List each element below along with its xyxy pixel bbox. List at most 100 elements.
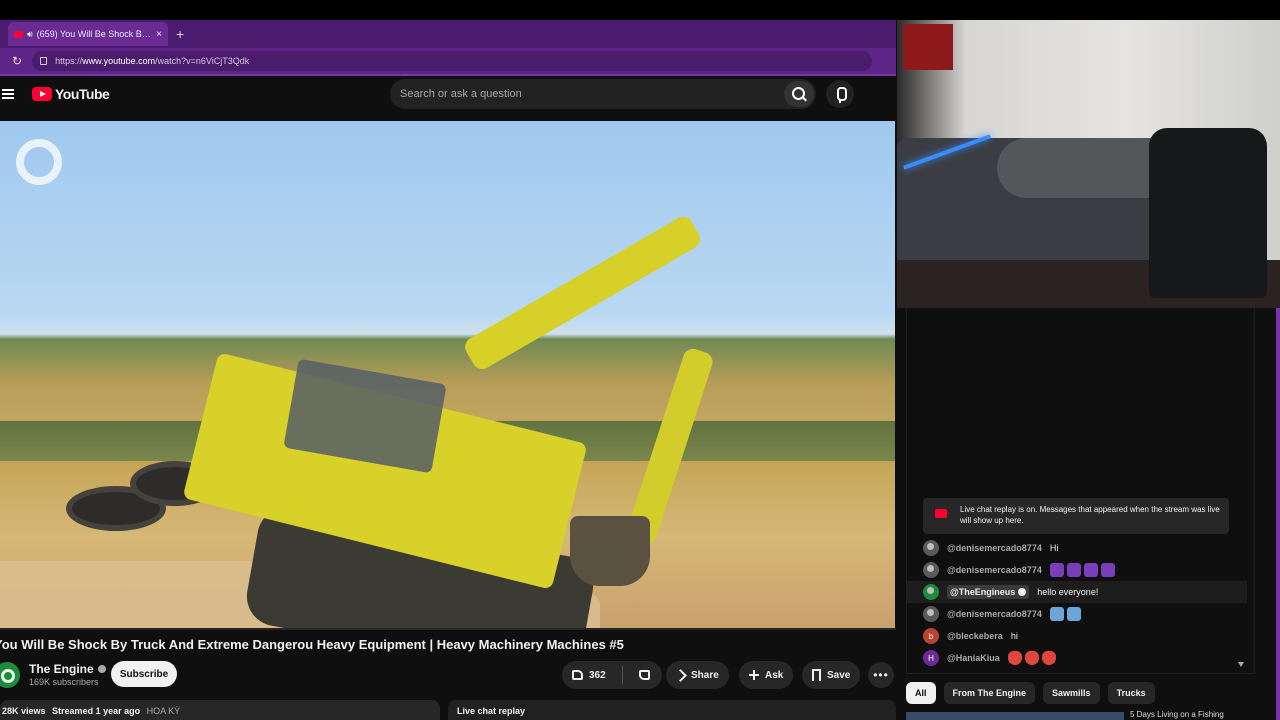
chat-scrollbar[interactable] — [1276, 308, 1280, 720]
subscribe-button[interactable]: Subscribe — [111, 661, 177, 687]
emoji-icon — [1041, 651, 1056, 665]
share-icon — [674, 668, 687, 682]
like-divider — [621, 666, 623, 684]
live-chat-replay-header[interactable]: Live chat replay — [448, 700, 896, 720]
chat-author[interactable]: @HaniaKiua — [947, 653, 1000, 663]
lock-icon — [40, 57, 48, 65]
ask-label: Ask — [765, 669, 784, 681]
chat-author[interactable]: @denisemercado8774 — [947, 543, 1042, 553]
share-label: Share — [691, 669, 719, 681]
webcam-chair — [1149, 128, 1267, 298]
webcam-overlay — [897, 20, 1280, 308]
youtube-favicon-icon — [14, 30, 23, 38]
channel-name[interactable]: The Engine — [29, 662, 106, 676]
microphone-icon[interactable] — [826, 80, 854, 108]
like-count: 362 — [589, 669, 606, 681]
share-button[interactable]: Share — [666, 661, 729, 689]
chat-emoji-group — [1049, 563, 1118, 577]
chat-avatar[interactable] — [923, 540, 939, 556]
emoji-icon — [1066, 563, 1081, 577]
thumbs-down-icon — [638, 670, 650, 680]
top-black-strip — [0, 0, 1280, 20]
chat-replay-notice-text: Live chat replay is on. Messages that ap… — [960, 505, 1220, 525]
reload-icon[interactable]: ↻ — [12, 54, 22, 68]
description-box[interactable]: 28K views Streamed 1 year ago HOA KỲ — [0, 700, 440, 720]
youtube-logo[interactable]: YouTube — [32, 86, 110, 102]
chat-emoji-group — [1049, 607, 1084, 621]
save-button[interactable]: Save — [802, 661, 861, 689]
emoji-icon — [1083, 563, 1098, 577]
recommendation-title[interactable]: 5 Days Living on a Fishing — [1130, 710, 1224, 719]
filter-chip[interactable]: From The Engine — [943, 682, 1036, 704]
youtube-notice-icon — [935, 509, 947, 518]
emoji-icon — [1066, 607, 1081, 621]
chat-avatar[interactable] — [923, 606, 939, 622]
stream-date: Streamed 1 year ago — [52, 706, 141, 716]
chat-message[interactable]: @denisemercado8774 Hi — [907, 537, 1247, 559]
location: HOA KỲ — [146, 706, 181, 716]
address-bar-row: ↻ https://www.youtube.com/watch?v=n6ViCj… — [0, 48, 896, 74]
recommendation-thumbnail[interactable] — [906, 712, 1124, 720]
chat-message[interactable]: @denisemercado8774 — [907, 559, 1247, 581]
verified-icon — [97, 665, 106, 673]
view-count: 28K views — [2, 706, 46, 716]
ask-button[interactable]: Ask — [739, 661, 794, 689]
chat-text: Hi — [1049, 543, 1059, 553]
new-tab-button[interactable]: + — [176, 26, 184, 42]
chat-avatar[interactable]: H — [923, 650, 939, 666]
filter-chip[interactable]: Trucks — [1107, 682, 1155, 704]
save-label: Save — [827, 669, 851, 681]
chat-message[interactable]: @TheEngineus hello everyone! — [907, 581, 1247, 603]
chat-scroll-down-icon[interactable] — [1238, 662, 1244, 667]
dislike-button[interactable] — [629, 661, 660, 689]
chat-author[interactable]: @TheEngineus — [947, 585, 1030, 599]
chat-text: hello everyone! — [1037, 587, 1099, 597]
chat-message[interactable]: @denisemercado8774 — [907, 603, 1247, 625]
chat-message[interactable]: H @HaniaKiua — [907, 647, 1247, 669]
browser-tab[interactable]: 🔊︎ (659) You Will Be Shock By Tr × — [8, 22, 168, 46]
sparkle-icon — [749, 670, 759, 680]
search-placeholder: Search or ask a question — [400, 88, 522, 100]
filter-chip[interactable]: All — [906, 682, 936, 704]
url-field[interactable]: https://www.youtube.com/watch?v=n6ViCjT3… — [32, 51, 873, 71]
filter-chip[interactable]: Sawmills — [1043, 682, 1100, 704]
chat-avatar[interactable]: b — [923, 628, 939, 644]
more-actions-icon[interactable]: ••• — [868, 662, 894, 688]
bookmark-icon — [812, 669, 821, 681]
chat-avatar[interactable] — [923, 584, 939, 600]
emoji-icon — [1024, 651, 1039, 665]
excavator-boom — [461, 213, 704, 373]
webcam-flag — [903, 24, 953, 70]
screen: 🔊︎ (659) You Will Be Shock By Tr × + ↻ h… — [0, 0, 1280, 720]
chat-message[interactable]: b @bleckebera hi — [907, 625, 1247, 647]
chat-avatar[interactable] — [923, 562, 939, 578]
emoji-icon — [1049, 607, 1064, 621]
chat-author[interactable]: @bleckebera — [947, 631, 1003, 641]
subscriber-count: 169K subscribers — [29, 677, 99, 687]
search-icon[interactable] — [784, 81, 814, 107]
search-input[interactable]: Search or ask a question — [390, 79, 816, 109]
youtube-header: YouTube Search or ask a question — [0, 76, 896, 120]
tab-close-icon[interactable]: × — [156, 29, 162, 40]
video-title: You Will Be Shock By Truck And Extreme D… — [0, 637, 624, 652]
channel-avatar[interactable] — [0, 662, 20, 688]
youtube-logo-text: YouTube — [55, 86, 110, 102]
chat-text: hi — [1010, 631, 1018, 641]
like-button[interactable]: 362 — [562, 661, 616, 689]
video-player[interactable] — [0, 121, 895, 628]
emoji-icon — [1007, 651, 1022, 665]
recommendation-strip[interactable]: 5 Days Living on a Fishing — [906, 710, 1276, 720]
url-text: https://www.youtube.com/watch?v=n6ViCjT3… — [55, 56, 250, 66]
menu-icon[interactable] — [2, 89, 14, 99]
chat-author[interactable]: @denisemercado8774 — [947, 609, 1042, 619]
emoji-icon — [1049, 563, 1064, 577]
chat-author[interactable]: @denisemercado8774 — [947, 565, 1042, 575]
chat-author-name: @TheEngineus — [950, 587, 1016, 597]
chat-emoji-group — [1007, 651, 1059, 665]
verified-check-icon — [1018, 588, 1027, 596]
tab-title: (659) You Will Be Shock By Tr — [36, 29, 153, 39]
channel-name-text: The Engine — [29, 662, 94, 676]
speaker-icon: 🔊︎ — [27, 28, 33, 39]
chat-replay-notice: Live chat replay is on. Messages that ap… — [923, 498, 1229, 534]
video-progress-track[interactable] — [0, 628, 896, 630]
